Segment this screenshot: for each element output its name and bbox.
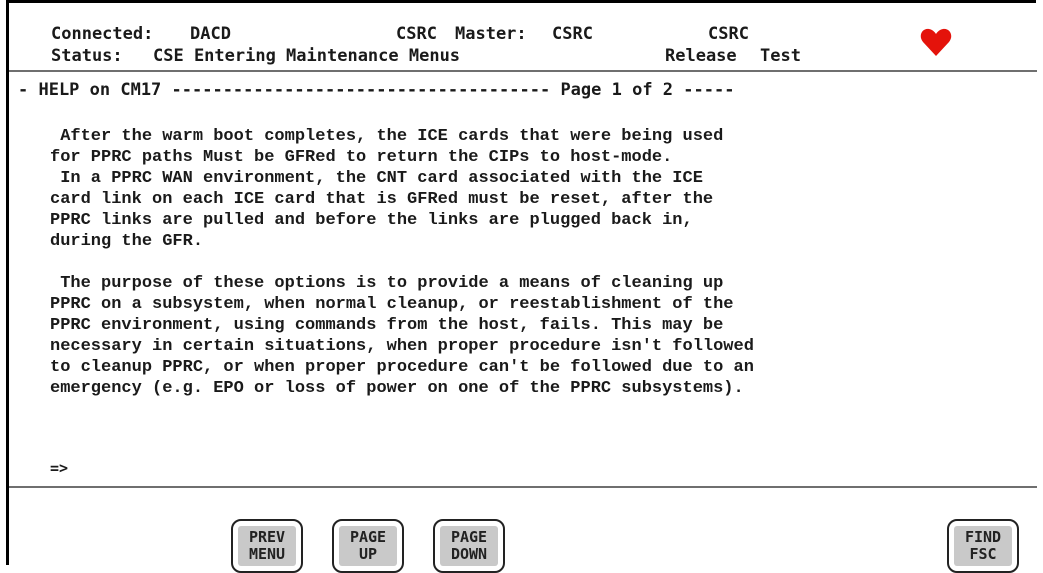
- connected-label: Connected:: [51, 24, 154, 44]
- help-line: necessary in certain situations, when pr…: [50, 337, 754, 356]
- status-label: Status:: [51, 46, 123, 66]
- status-value: CSE Entering Maintenance Menus: [153, 46, 461, 66]
- master-label: Master:: [455, 24, 527, 44]
- button-label: DOWN: [450, 545, 488, 563]
- master-value: CSRC: [552, 24, 593, 44]
- help-line: for PPRC paths Must be GFRed to return t…: [50, 148, 673, 167]
- csrc-label-2: CSRC: [708, 24, 749, 44]
- help-line: emergency (e.g. EPO or loss of power on …: [50, 379, 744, 398]
- release-value: Test: [760, 46, 801, 66]
- help-title-line: - HELP on CM17 -------------------------…: [18, 80, 735, 100]
- csrc-label-1: CSRC: [396, 24, 437, 44]
- help-line: After the warm boot completes, the ICE c…: [50, 127, 724, 146]
- help-line: card link on each ICE card that is GFRed…: [50, 190, 714, 209]
- help-body: After the warm boot completes, the ICE c…: [50, 126, 1010, 399]
- help-line: PPRC on a subsystem, when normal cleanup…: [50, 295, 734, 314]
- help-line: PPRC environment, using commands from th…: [50, 316, 724, 335]
- help-line: during the GFR.: [50, 232, 204, 251]
- footer-divider: [9, 486, 1037, 488]
- help-line: to cleanup PPRC, or when proper procedur…: [50, 358, 754, 377]
- heart-icon: [920, 28, 952, 56]
- button-label: PAGE: [349, 528, 387, 546]
- release-label: Release: [665, 46, 737, 66]
- top-border: [6, 0, 1036, 3]
- button-label: FIND: [964, 528, 1002, 546]
- button-label: MENU: [248, 545, 286, 563]
- help-line: PPRC links are pulled and before the lin…: [50, 211, 693, 230]
- button-label: PREV: [248, 528, 286, 546]
- help-line: In a PPRC WAN environment, the CNT card …: [50, 169, 703, 188]
- button-label: UP: [358, 545, 378, 563]
- button-label: PAGE: [450, 528, 488, 546]
- connected-value: DACD: [190, 24, 231, 44]
- button-label: FSC: [969, 545, 997, 563]
- left-border: [6, 0, 9, 565]
- help-line: The purpose of these options is to provi…: [50, 274, 724, 293]
- command-prompt[interactable]: =>: [50, 459, 68, 477]
- header-divider: [9, 70, 1037, 72]
